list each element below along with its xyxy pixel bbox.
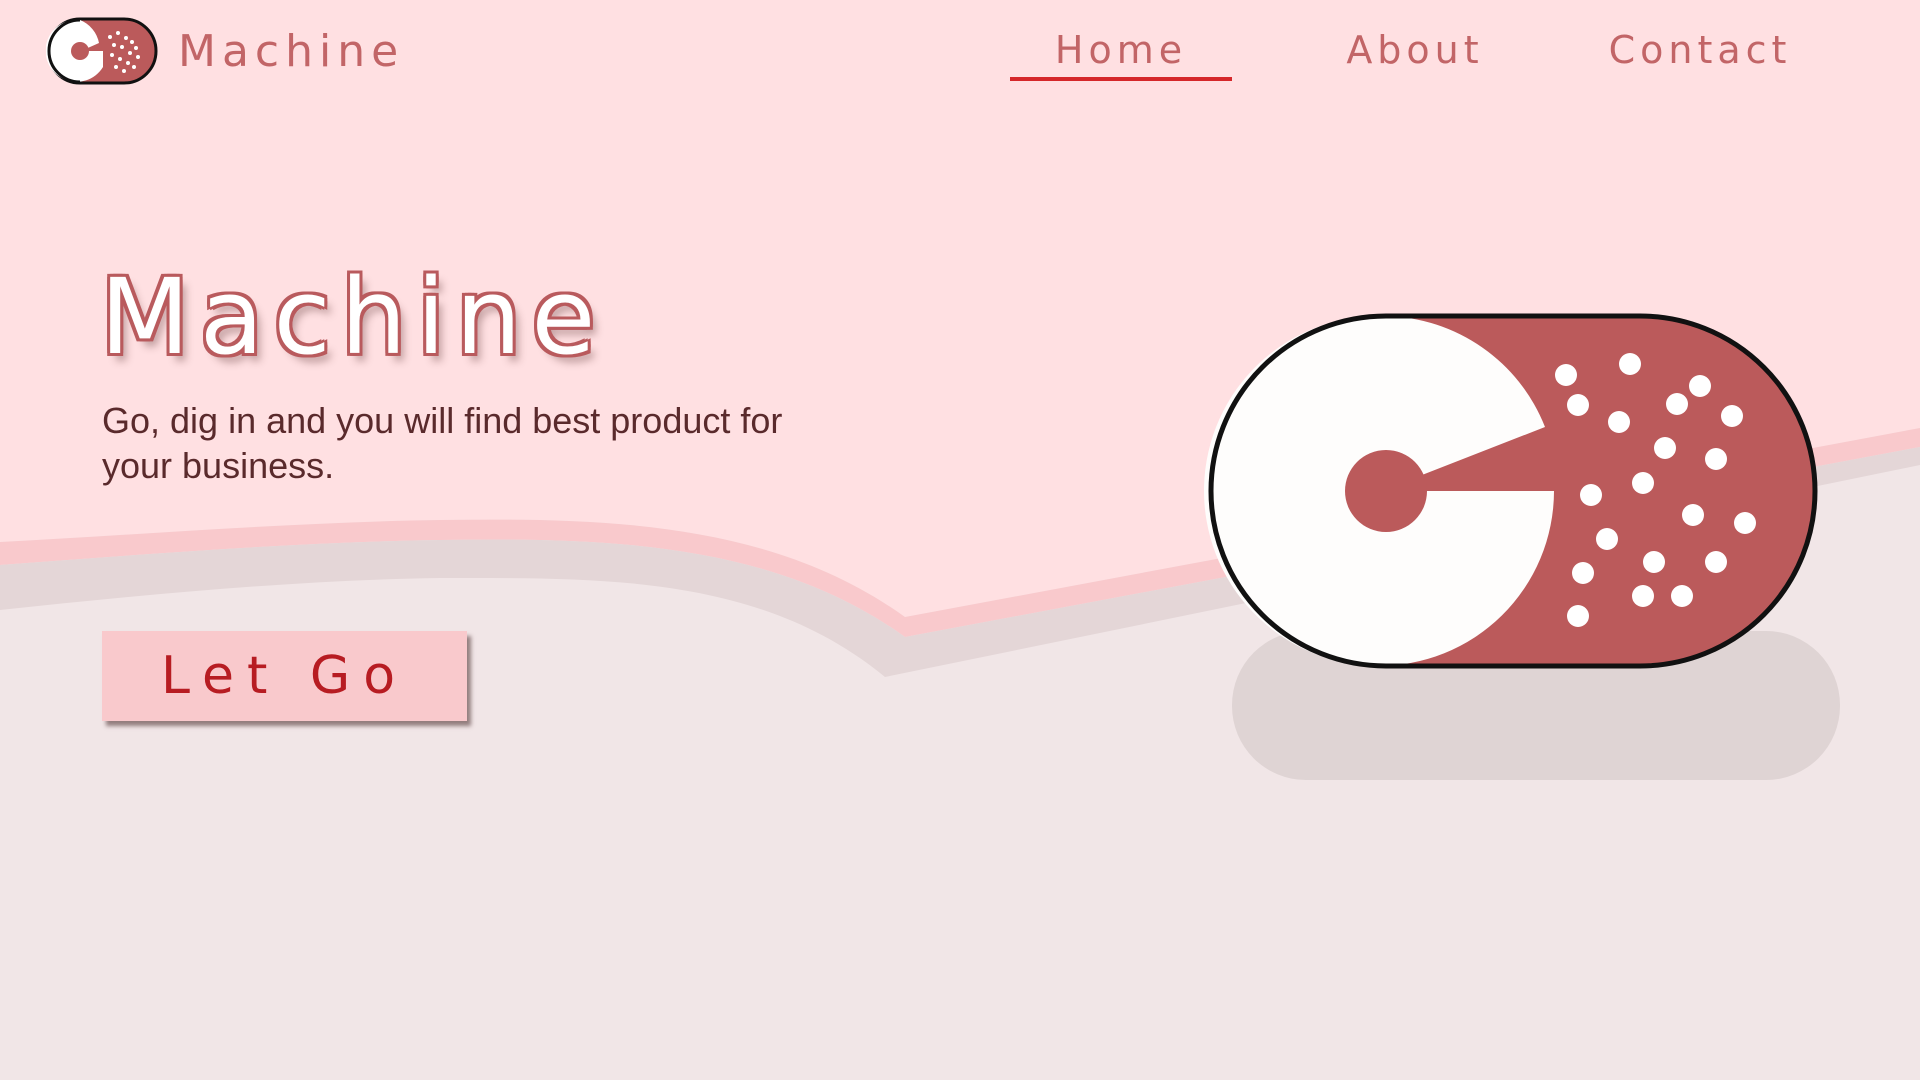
hero-subtitle: Go, dig in and you will find best produc… (102, 400, 783, 486)
top-navbar: Machine Home About Contact (0, 0, 1920, 110)
main-nav: Home About Contact (0, 0, 1920, 110)
nav-item-home[interactable]: Home (1010, 28, 1232, 82)
let-go-button[interactable]: Let Go (102, 631, 467, 721)
nav-item-contact[interactable]: Contact (1605, 28, 1795, 82)
machine-pill-illustration-icon (1204, 313, 1818, 669)
nav-active-underline (1010, 77, 1232, 81)
nav-item-about[interactable]: About (1335, 28, 1495, 82)
hero-title: Machine (100, 256, 606, 378)
